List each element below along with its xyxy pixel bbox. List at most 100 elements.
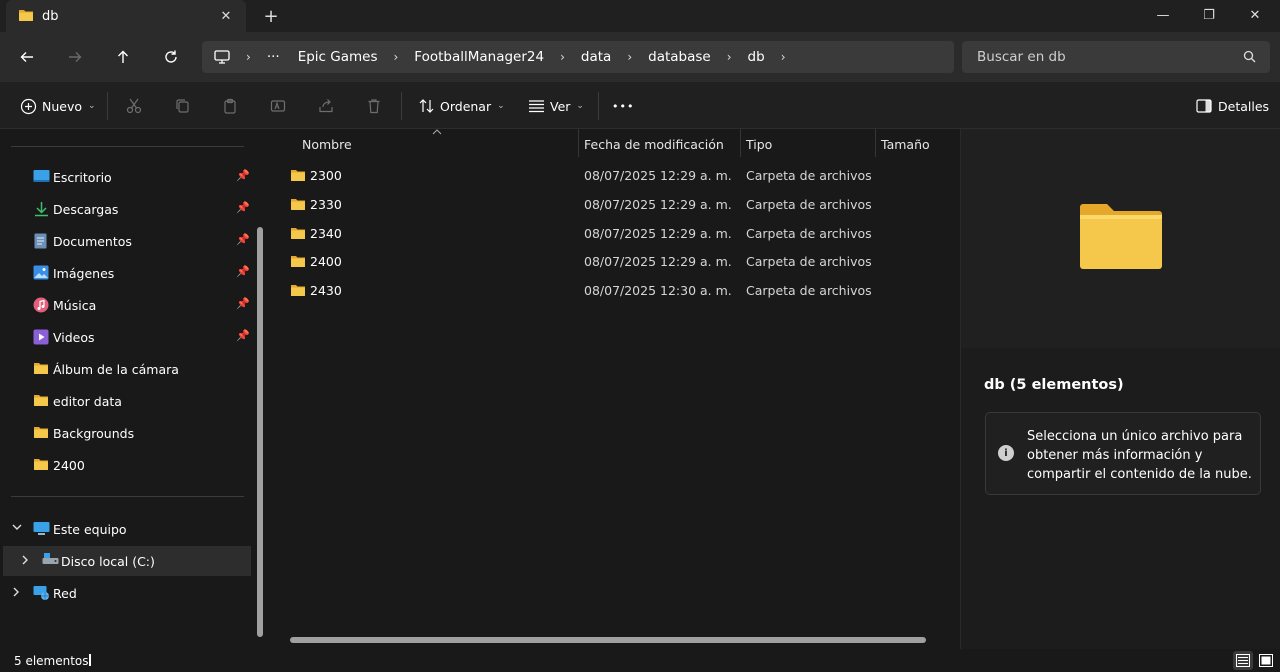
pin-icon[interactable]: 📌 [236,169,250,182]
sidebar-item-descargas[interactable]: Descargas 📌 [0,195,250,223]
column-header-name[interactable]: Nombre [302,137,352,152]
sidebar-item-documentos[interactable]: Documentos 📌 [0,227,250,255]
table-row[interactable]: 2340 08/07/2025 12:29 a. m. Carpeta de a… [282,219,958,247]
breadcrumb-separator[interactable]: › [623,50,636,64]
close-button[interactable]: ✕ [1232,0,1278,30]
sidebar-item-label: Videos [53,330,95,345]
file-type: Carpeta de archivos [746,197,872,212]
details-label: Detalles [1218,98,1270,114]
sidebar-item-album-camara[interactable]: Álbum de la cámara [0,355,250,383]
breadcrumb-more[interactable]: ··· [261,49,286,65]
pictures-icon [33,265,50,281]
file-list: Nombre Fecha de modificación Tipo Tamaño… [270,129,960,649]
rename-button[interactable] [264,92,292,120]
new-tab-button[interactable]: + [258,4,284,28]
breadcrumb-separator[interactable]: › [777,50,790,64]
details-button[interactable]: Detalles [1190,92,1269,120]
sidebar-item-escritorio[interactable]: Escritorio 📌 [0,163,250,191]
chevron-right-icon[interactable] [21,555,29,568]
more-options-button[interactable]: ••• [612,92,634,120]
maximize-button[interactable]: ❐ [1186,0,1232,30]
file-modified: 08/07/2025 12:29 a. m. [584,197,732,212]
sidebar-item-label: editor data [53,394,122,409]
sidebar-item-label: 2400 [53,458,85,473]
arrow-right-icon [69,52,82,62]
sidebar-item-label: Imágenes [53,266,115,281]
pin-icon[interactable]: 📌 [236,201,250,214]
pin-icon[interactable]: 📌 [236,329,250,342]
table-row[interactable]: 2430 08/07/2025 12:30 a. m. Carpeta de a… [282,276,958,304]
delete-button[interactable] [360,92,388,120]
breadcrumb-data[interactable]: data [575,49,617,65]
column-divider[interactable] [875,129,876,157]
pin-icon[interactable]: 📌 [236,233,250,246]
video-icon [33,329,50,345]
sidebar-item-musica[interactable]: Música 📌 [0,291,250,319]
forward-button[interactable] [58,42,92,72]
sort-icon [412,92,440,120]
tab-close-icon[interactable]: ✕ [216,6,236,26]
sidebar-item-este-equipo[interactable]: Este equipo [0,515,250,543]
sidebar-item-red[interactable]: Red [0,579,250,607]
breadcrumb-footballmanager24[interactable]: FootballManager24 [408,49,550,65]
cut-button[interactable] [120,92,148,120]
folder-icon [290,168,306,185]
search-placeholder: Buscar en db [977,49,1066,65]
breadcrumb-separator[interactable]: › [723,50,736,64]
sidebar-item-videos[interactable]: Videos 📌 [0,323,250,351]
breadcrumb[interactable]: › ··· Epic Games › FootballManager24 › d… [202,41,954,73]
search-input[interactable]: Buscar en db [962,41,1270,73]
sidebar-item-label: Álbum de la cámara [53,362,179,377]
tab-db[interactable]: db ✕ [6,0,246,32]
sort-button[interactable]: Ordenar ⌄ [412,92,505,120]
sidebar-item-editor-data[interactable]: editor data [0,387,250,415]
share-icon [312,92,340,120]
chevron-down-icon[interactable] [12,523,22,534]
paste-button[interactable] [216,92,244,120]
breadcrumb-database[interactable]: database [642,49,717,65]
breadcrumb-separator[interactable]: › [242,50,255,64]
sidebar-item-label: Este equipo [53,522,127,537]
trash-icon [360,92,388,120]
folder-icon [33,361,50,377]
refresh-button[interactable] [154,42,188,72]
column-divider[interactable] [578,129,579,157]
tiles-view-button[interactable] [1256,651,1276,670]
new-button[interactable]: Nuevo ⌄ [14,92,96,120]
search-icon [1243,50,1256,66]
copy-button[interactable] [168,92,196,120]
sidebar-item-label: Backgrounds [53,426,135,441]
pin-icon[interactable]: 📌 [236,297,250,310]
file-type: Carpeta de archivos [746,226,872,241]
breadcrumb-epic-games[interactable]: Epic Games [292,49,384,65]
column-header-size[interactable]: Tamaño [881,137,930,152]
table-row[interactable]: 2300 08/07/2025 12:29 a. m. Carpeta de a… [282,161,958,189]
view-button[interactable]: Ver ⌄ [522,92,584,120]
sidebar-item-imagenes[interactable]: Imágenes 📌 [0,259,250,287]
sidebar-item-2400[interactable]: 2400 [0,451,250,479]
up-button[interactable] [106,42,140,72]
minimize-button[interactable]: — [1140,0,1186,30]
horizontal-scrollbar[interactable] [290,637,926,643]
pin-icon[interactable]: 📌 [236,265,250,278]
sidebar-item-backgrounds[interactable]: Backgrounds [0,419,250,447]
command-bar: Nuevo ⌄ Ordenar ⌄ Ver ⌄ ••• Detalles [0,82,1280,129]
table-row[interactable]: 2330 08/07/2025 12:29 a. m. Carpeta de a… [282,190,958,218]
sidebar-item-disco-local[interactable]: Disco local (C:) [3,546,251,576]
breadcrumb-separator[interactable]: › [389,50,402,64]
table-row[interactable]: 2400 08/07/2025 12:29 a. m. Carpeta de a… [282,247,958,275]
column-divider[interactable] [740,129,741,157]
breadcrumb-db[interactable]: db [742,49,771,65]
sidebar-divider [11,146,244,147]
column-header-type[interactable]: Tipo [746,137,772,152]
arrow-left-icon [20,52,33,62]
details-view-button[interactable] [1233,651,1253,670]
computer-icon[interactable] [214,50,230,64]
chevron-right-icon[interactable] [12,587,20,600]
chevron-down-icon: ⌄ [576,101,584,111]
column-header-modified[interactable]: Fecha de modificación [584,137,724,152]
back-button[interactable] [10,42,44,72]
breadcrumb-separator[interactable]: › [556,50,569,64]
sidebar-scrollbar[interactable] [257,227,263,637]
share-button[interactable] [312,92,340,120]
